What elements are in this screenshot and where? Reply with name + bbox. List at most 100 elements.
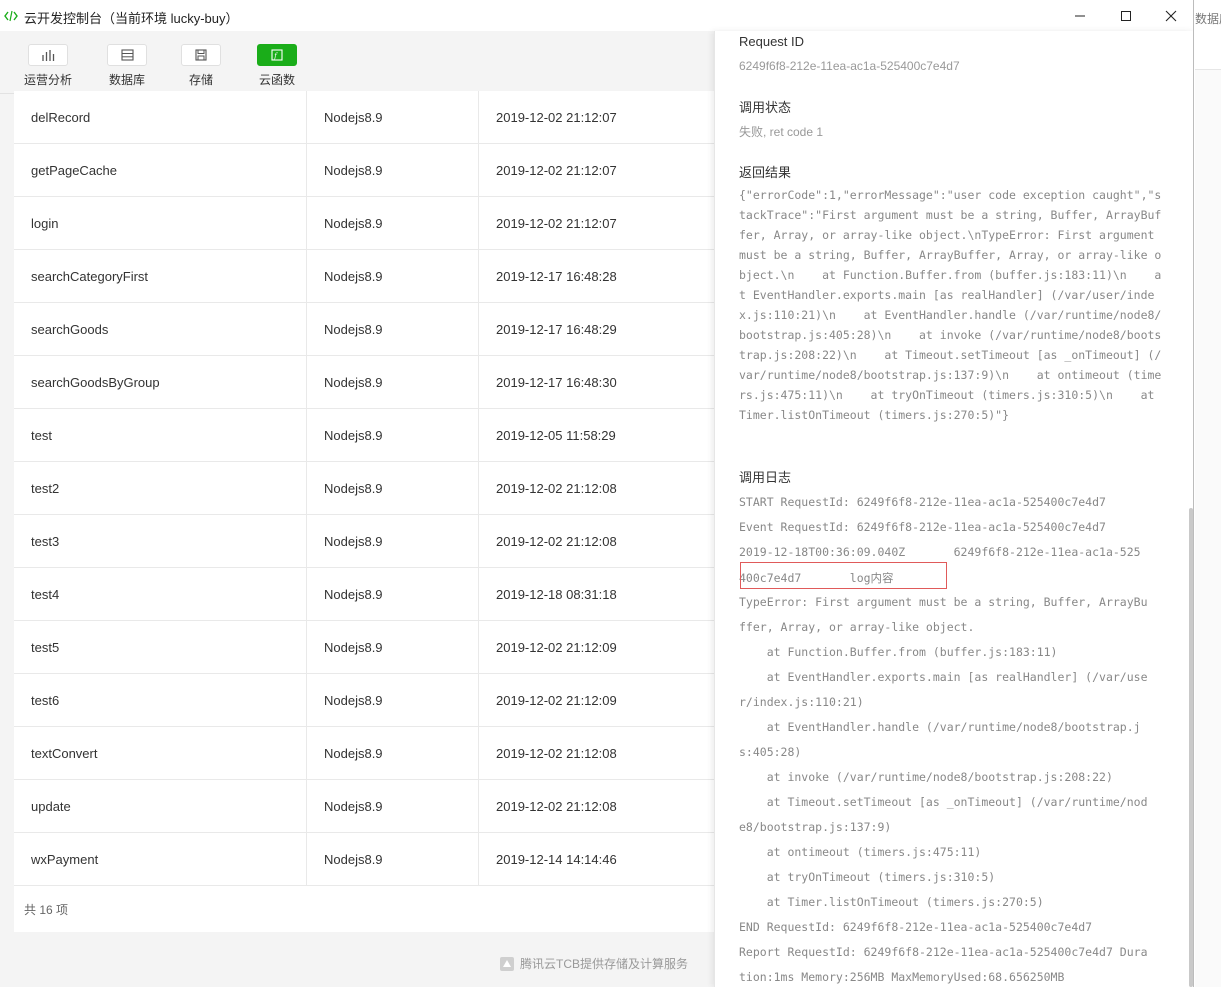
function-runtime: Nodejs8.9: [306, 197, 478, 250]
request-id-value: 6249f6f8-212e-11ea-ac1a-525400c7e4d7: [739, 59, 960, 73]
table-row[interactable]: test2 Nodejs8.9 2019-12-02 21:12:08: [14, 462, 714, 515]
maximize-icon: [1121, 10, 1131, 21]
log-line: Event RequestId: 6249f6f8-212e-11ea-ac1a…: [739, 520, 1106, 534]
function-update-time: 2019-12-18 08:31:18: [478, 568, 714, 621]
close-button[interactable]: [1148, 0, 1193, 31]
function-update-time: 2019-12-14 14:14:46: [478, 833, 714, 886]
background-window-header: 数据库: [1195, 0, 1221, 70]
log-line: ffer, Array, or array-like object.: [739, 620, 975, 634]
table-row[interactable]: test4 Nodejs8.9 2019-12-18 08:31:18: [14, 568, 714, 621]
log-line: e8/bootstrap.js:137:9): [739, 820, 892, 834]
function-runtime: Nodejs8.9: [306, 303, 478, 356]
function-update-time: 2019-12-17 16:48:29: [478, 303, 714, 356]
status-label: 调用状态: [739, 100, 792, 115]
table-row[interactable]: test3 Nodejs8.9 2019-12-02 21:12:08: [14, 515, 714, 568]
function-name: searchCategoryFirst: [31, 269, 149, 284]
function-update-time: 2019-12-17 16:48:30: [478, 356, 714, 409]
title-bar: 云开发控制台（当前环境 lucky-buy）: [0, 0, 1193, 31]
toolbar-label: 运营分析: [24, 73, 73, 87]
log-line: at EventHandler.handle (/var/runtime/nod…: [739, 720, 1141, 734]
log-line: Report RequestId: 6249f6f8-212e-11ea-ac1…: [739, 945, 1148, 959]
function-name: delRecord: [31, 110, 91, 125]
result-label: 返回结果: [739, 165, 792, 180]
function-name: test4: [31, 587, 60, 602]
function-runtime: Nodejs8.9: [306, 621, 478, 674]
table-row[interactable]: login Nodejs8.9 2019-12-02 21:12:07: [14, 197, 714, 250]
toolbar-storage[interactable]: 存储: [181, 44, 221, 88]
log-line: at invoke (/var/runtime/node8/bootstrap.…: [739, 770, 1113, 784]
database-icon: [107, 44, 147, 66]
function-runtime: Nodejs8.9: [306, 780, 478, 833]
log-line: tion:1ms Memory:256MB MaxMemoryUsed:68.6…: [739, 970, 1065, 984]
log-line: at EventHandler.exports.main [as realHan…: [739, 670, 1148, 684]
window-title: 云开发控制台（当前环境 lucky-buy）: [24, 11, 239, 26]
table-row[interactable]: getPageCache Nodejs8.9 2019-12-02 21:12:…: [14, 144, 714, 197]
table-row[interactable]: textConvert Nodejs8.9 2019-12-02 21:12:0…: [14, 727, 714, 780]
function-name: test2: [31, 481, 60, 496]
function-name: update: [31, 799, 71, 814]
table-row[interactable]: update Nodejs8.9 2019-12-02 21:12:08: [14, 780, 714, 833]
log-highlight-box: [740, 562, 947, 589]
tcb-logo-icon: [500, 956, 514, 971]
function-update-time: 2019-12-02 21:12:08: [478, 515, 714, 568]
tcb-credit: 腾讯云TCB提供存储及计算服务: [499, 955, 688, 972]
function-update-time: 2019-12-02 21:12:08: [478, 727, 714, 780]
result-value: {"errorCode":1,"errorMessage":"user code…: [739, 188, 1162, 422]
log-line: at Timer.listOnTimeout (timers.js:270:5): [739, 895, 1044, 909]
table-row[interactable]: searchGoods Nodejs8.9 2019-12-17 16:48:2…: [14, 303, 714, 356]
function-runtime: Nodejs8.9: [306, 727, 478, 780]
toolbar-analytics[interactable]: 运营分析: [24, 44, 72, 88]
toolbar-label: 存储: [188, 73, 213, 87]
log-label: 调用日志: [739, 470, 792, 485]
function-update-time: 2019-12-17 16:48:28: [478, 250, 714, 303]
function-name: searchGoods: [31, 322, 109, 337]
panel-scrollbar[interactable]: [1189, 508, 1193, 987]
tcb-credit-text: 腾讯云TCB提供存储及计算服务: [520, 957, 689, 971]
log-line: TypeError: First argument must be a stri…: [739, 595, 1148, 609]
log-line: END RequestId: 6249f6f8-212e-11ea-ac1a-5…: [739, 920, 1093, 934]
minimize-button[interactable]: [1057, 0, 1103, 31]
minimize-icon: [1075, 15, 1085, 16]
function-update-time: 2019-12-02 21:12:07: [478, 197, 714, 250]
log-line: r/index.js:110:21): [739, 695, 864, 709]
function-table: delRecord Nodejs8.9 2019-12-02 21:12:07 …: [14, 91, 714, 886]
function-name: login: [31, 216, 59, 231]
function-runtime: Nodejs8.9: [306, 356, 478, 409]
function-name: getPageCache: [31, 163, 118, 178]
function-runtime: Nodejs8.9: [306, 409, 478, 462]
storage-icon: [181, 44, 221, 66]
log-line: START RequestId: 6249f6f8-212e-11ea-ac1a…: [739, 495, 1106, 509]
function-runtime: Nodejs8.9: [306, 462, 478, 515]
request-id-label: Request ID: [739, 34, 805, 49]
function-runtime: Nodejs8.9: [306, 91, 478, 144]
table-row[interactable]: test Nodejs8.9 2019-12-05 11:58:29: [14, 409, 714, 462]
function-update-time: 2019-12-02 21:12:07: [478, 91, 714, 144]
function-update-time: 2019-12-02 21:12:09: [478, 621, 714, 674]
devtools-logo-icon: [4, 9, 18, 22]
svg-text:f: f: [273, 52, 278, 60]
function-name: test: [31, 428, 52, 443]
function-runtime: Nodejs8.9: [306, 250, 478, 303]
table-row[interactable]: searchCategoryFirst Nodejs8.9 2019-12-17…: [14, 250, 714, 303]
table-row[interactable]: delRecord Nodejs8.9 2019-12-02 21:12:07: [14, 91, 714, 144]
function-runtime: Nodejs8.9: [306, 568, 478, 621]
toolbar-cloud-function[interactable]: f 云函数: [257, 44, 297, 88]
background-window: 数据库: [1195, 0, 1221, 987]
log-line: at ontimeout (timers.js:475:11): [739, 845, 982, 859]
table-row[interactable]: test5 Nodejs8.9 2019-12-02 21:12:09: [14, 621, 714, 674]
log-line: at Timeout.setTimeout [as _onTimeout] (/…: [739, 795, 1148, 809]
background-window-text: 数据库: [1195, 12, 1221, 26]
toolbar-label: 数据库: [108, 73, 145, 87]
table-row[interactable]: wxPayment Nodejs8.9 2019-12-14 14:14:46: [14, 833, 714, 886]
table-row[interactable]: searchGoodsByGroup Nodejs8.9 2019-12-17 …: [14, 356, 714, 409]
function-update-time: 2019-12-02 21:12:08: [478, 780, 714, 833]
table-row[interactable]: test6 Nodejs8.9 2019-12-02 21:12:09: [14, 674, 714, 727]
function-name: wxPayment: [31, 852, 99, 867]
toolbar-database[interactable]: 数据库: [107, 44, 147, 88]
cloud-function-icon: f: [257, 44, 297, 66]
log-line: at tryOnTimeout (timers.js:310:5): [739, 870, 996, 884]
function-name: test5: [31, 640, 60, 655]
devtools-window: 云开发控制台（当前环境 lucky-buy） 运营分析 数据库 存储 f 云函数…: [0, 0, 1194, 987]
function-name: test3: [31, 534, 60, 549]
maximize-button[interactable]: [1103, 0, 1149, 31]
